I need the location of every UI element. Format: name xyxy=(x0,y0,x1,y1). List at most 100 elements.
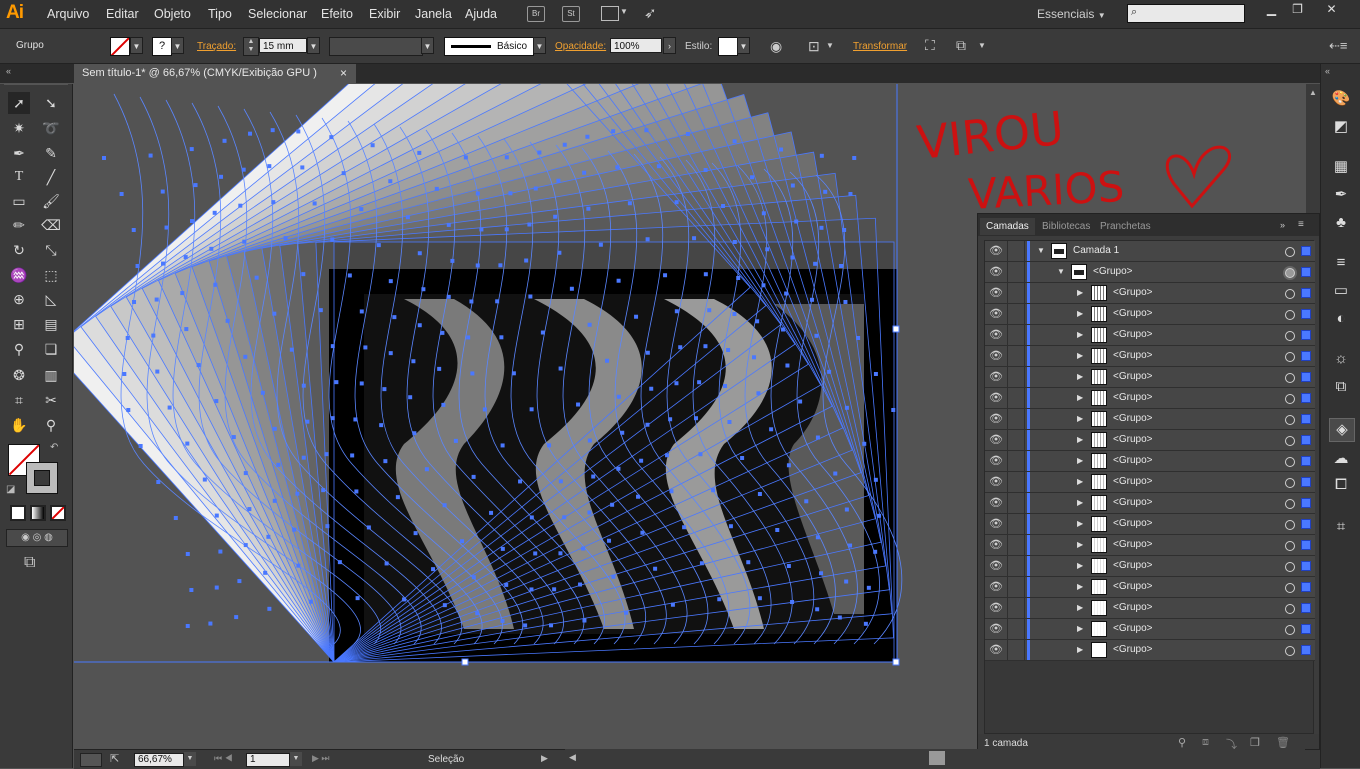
visibility-eye-icon[interactable]: 👁 xyxy=(989,328,1003,342)
anchor-point[interactable] xyxy=(292,527,297,532)
lock-toggle[interactable] xyxy=(1007,556,1025,576)
anchor-point[interactable] xyxy=(440,330,445,335)
anchor-point[interactable] xyxy=(674,381,679,386)
anchor-point[interactable] xyxy=(312,201,317,206)
anchor-point[interactable] xyxy=(819,153,824,158)
anchor-point[interactable] xyxy=(301,455,306,460)
libraries-icon[interactable]: ☁ xyxy=(1329,448,1353,470)
anchor-point[interactable] xyxy=(814,333,819,338)
anchor-point[interactable] xyxy=(161,261,166,266)
visibility-eye-icon[interactable]: 👁 xyxy=(989,286,1003,300)
expand-right-icon[interactable]: ▶ xyxy=(1077,288,1083,297)
visibility-eye-icon[interactable]: 👁 xyxy=(989,496,1003,510)
swatches-icon[interactable]: ▦ xyxy=(1329,156,1353,178)
target-icon[interactable] xyxy=(1285,394,1295,404)
chevron-down-icon[interactable]: ▼ xyxy=(620,7,628,16)
expand-panels-icon[interactable]: « xyxy=(1325,66,1330,76)
recolor-artwork-icon[interactable]: ◉ xyxy=(770,38,782,55)
scroll-left-icon[interactable]: ◀ xyxy=(569,752,576,763)
lock-toggle[interactable] xyxy=(1007,577,1025,597)
anchor-point[interactable] xyxy=(620,430,625,435)
anchor-point[interactable] xyxy=(500,546,505,551)
anchor-point[interactable] xyxy=(243,471,248,476)
anchor-point[interactable] xyxy=(557,250,562,255)
expand-right-icon[interactable]: ▶ xyxy=(1077,540,1083,549)
lock-toggle[interactable] xyxy=(1007,535,1025,555)
anchor-point[interactable] xyxy=(533,186,538,191)
anchor-point[interactable] xyxy=(222,138,227,143)
variable-width-profile[interactable] xyxy=(329,37,423,56)
anchor-point[interactable] xyxy=(585,134,590,139)
selection-indicator[interactable] xyxy=(1301,498,1311,508)
anchor-point[interactable] xyxy=(350,453,355,458)
anchor-point[interactable] xyxy=(873,477,878,482)
sublayer-row[interactable]: 👁 ▶ <Grupo> xyxy=(985,619,1315,640)
anchor-point[interactable] xyxy=(442,603,447,608)
anchor-point[interactable] xyxy=(450,258,455,263)
layer-name[interactable]: <Grupo> xyxy=(1113,371,1152,382)
lock-toggle[interactable] xyxy=(1007,346,1025,366)
anchor-point[interactable] xyxy=(305,419,310,424)
anchor-point[interactable] xyxy=(582,618,587,623)
sublayer-row[interactable]: 👁 ▶ <Grupo> xyxy=(985,388,1315,409)
anchor-point[interactable] xyxy=(636,494,641,499)
anchor-point[interactable] xyxy=(616,394,621,399)
anchor-point[interactable] xyxy=(131,228,136,232)
free-transform-tool-icon[interactable]: ⬚ xyxy=(40,264,62,286)
layer-name[interactable]: <Grupo> xyxy=(1113,560,1152,571)
anchor-point[interactable] xyxy=(324,452,329,457)
anchor-point[interactable] xyxy=(434,186,439,191)
anchor-point[interactable] xyxy=(587,322,592,327)
layer-name[interactable]: <Grupo> xyxy=(1113,539,1152,550)
anchor-point[interactable] xyxy=(736,276,741,281)
layer-name[interactable]: <Grupo> xyxy=(1113,329,1152,340)
rectangle-tool-icon[interactable]: ▭ xyxy=(8,190,30,212)
lock-toggle[interactable] xyxy=(1007,493,1025,513)
lock-toggle[interactable] xyxy=(1007,451,1025,471)
anchor-point[interactable] xyxy=(337,560,342,565)
visibility-eye-icon[interactable]: 👁 xyxy=(989,412,1003,426)
expand-right-icon[interactable]: ▶ xyxy=(1077,624,1083,633)
symbols-icon[interactable]: ♣ xyxy=(1329,212,1353,234)
layer-name[interactable]: <Grupo> xyxy=(1113,623,1152,634)
menu-efeito[interactable]: Efeito xyxy=(321,7,353,21)
lock-toggle[interactable] xyxy=(1007,598,1025,618)
layer-name[interactable]: <Grupo> xyxy=(1113,350,1152,361)
status-menu-icon[interactable]: ▶ xyxy=(541,753,548,764)
fill-dropdown[interactable]: ▼ xyxy=(130,37,143,54)
anchor-point[interactable] xyxy=(132,300,137,304)
anchor-point[interactable] xyxy=(699,561,704,566)
anchor-point[interactable] xyxy=(848,191,853,196)
anchor-point[interactable] xyxy=(843,299,848,304)
anchor-point[interactable] xyxy=(891,407,896,412)
lock-toggle[interactable] xyxy=(1007,304,1025,324)
menu-tipo[interactable]: Tipo xyxy=(208,7,232,21)
chevron-down-icon[interactable]: ▼ xyxy=(826,41,834,50)
anchor-point[interactable] xyxy=(721,204,726,209)
anchor-point[interactable] xyxy=(866,585,871,590)
anchor-point[interactable] xyxy=(225,318,230,323)
stroke-dropdown[interactable]: ▼ xyxy=(171,37,184,54)
anchor-point[interactable] xyxy=(475,191,480,196)
anchor-point[interactable] xyxy=(527,222,532,227)
anchor-point[interactable] xyxy=(732,139,737,144)
anchor-point[interactable] xyxy=(295,491,300,496)
selection-indicator[interactable] xyxy=(1301,351,1311,361)
layer-name[interactable]: <Grupo> xyxy=(1113,287,1152,298)
stroke-panel-icon[interactable]: ≡ xyxy=(1329,252,1353,274)
anchor-point[interactable] xyxy=(498,263,503,268)
anchor-point[interactable] xyxy=(330,237,335,242)
visibility-eye-icon[interactable]: 👁 xyxy=(989,601,1003,615)
line-tool-icon[interactable]: ╱ xyxy=(40,166,62,188)
layer-name[interactable]: <Grupo> xyxy=(1113,434,1152,445)
anchor-point[interactable] xyxy=(370,143,375,148)
layer-name[interactable]: <Grupo> xyxy=(1113,392,1152,403)
layer-name[interactable]: <Grupo> xyxy=(1113,644,1152,655)
anchor-point[interactable] xyxy=(296,563,301,568)
anchor-point[interactable] xyxy=(392,315,397,320)
anchor-point[interactable] xyxy=(537,150,542,155)
selection-indicator[interactable] xyxy=(1301,330,1311,340)
anchor-point[interactable] xyxy=(707,308,712,313)
anchor-point[interactable] xyxy=(703,168,708,173)
anchor-point[interactable] xyxy=(241,167,246,172)
